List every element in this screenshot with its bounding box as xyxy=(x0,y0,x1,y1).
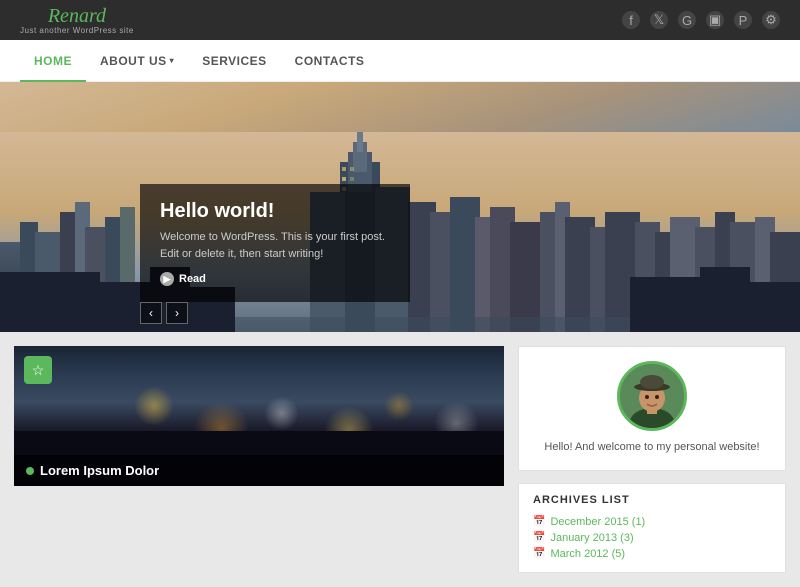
calendar-icon-3: 📅 xyxy=(533,548,545,559)
hero-description: Welcome to WordPress. This is your first… xyxy=(160,229,390,262)
top-header: Renard Just another WordPress site f 𝕏 G… xyxy=(0,0,800,40)
bokeh-light-1 xyxy=(134,386,174,426)
facebook-icon[interactable]: f xyxy=(622,11,640,29)
archive-item-1[interactable]: 📅 December 2015 (1) xyxy=(533,514,771,530)
logo-area: Renard Just another WordPress site xyxy=(20,6,134,35)
read-button[interactable]: ▶ Read xyxy=(160,272,390,286)
avatar-wrapper xyxy=(617,361,687,431)
archive-label-1: December 2015 (1) xyxy=(550,516,645,528)
avatar xyxy=(620,364,684,428)
archive-label-2: January 2013 (3) xyxy=(550,532,633,544)
slider-controls: ‹ › xyxy=(140,302,188,324)
prev-slide-button[interactable]: ‹ xyxy=(140,302,162,324)
social-icons-bar: f 𝕏 G ▣ P ⚙ xyxy=(622,11,780,29)
calendar-icon-2: 📅 xyxy=(533,532,545,543)
read-label: Read xyxy=(179,273,206,285)
hero-section: Hello world! Welcome to WordPress. This … xyxy=(0,82,800,332)
nav-menu: HOME ABOUT US ▾ SERVICES CONTACTS xyxy=(20,40,378,82)
post-dot xyxy=(26,467,34,475)
chevron-down-icon: ▾ xyxy=(170,56,175,65)
calendar-icon-1: 📅 xyxy=(533,516,545,527)
post-thumbnail: ☆ Lorem Ipsum Dolor xyxy=(14,346,504,486)
archive-item-2[interactable]: 📅 January 2013 (3) xyxy=(533,530,771,546)
archive-label-3: March 2012 (5) xyxy=(550,548,625,560)
hero-title: Hello world! xyxy=(160,200,390,223)
bokeh-light-5 xyxy=(384,391,414,421)
archives-title: ARCHIVES LIST xyxy=(533,494,771,506)
next-slide-button[interactable]: › xyxy=(166,302,188,324)
profile-widget: Hello! And welcome to my personal websit… xyxy=(518,346,786,471)
left-column: ☆ Lorem Ipsum Dolor xyxy=(14,346,504,573)
read-icon: ▶ xyxy=(160,272,174,286)
post-title: Lorem Ipsum Dolor xyxy=(40,463,159,478)
settings-icon[interactable]: ⚙ xyxy=(762,11,780,29)
right-column: Hello! And welcome to my personal websit… xyxy=(504,346,786,573)
main-content: ☆ Lorem Ipsum Dolor xyxy=(0,332,800,587)
profile-text: Hello! And welcome to my personal websit… xyxy=(544,439,759,456)
post-card: ☆ Lorem Ipsum Dolor xyxy=(14,346,504,486)
post-star-badge[interactable]: ☆ xyxy=(24,356,52,384)
nav-item-services[interactable]: SERVICES xyxy=(188,40,280,82)
logo[interactable]: Renard xyxy=(48,6,106,26)
nav-item-contacts[interactable]: CONTACTS xyxy=(281,40,379,82)
nav-item-about[interactable]: ABOUT US ▾ xyxy=(86,40,188,82)
post-caption: Lorem Ipsum Dolor xyxy=(14,455,504,486)
nav-item-home[interactable]: HOME xyxy=(20,40,86,82)
star-icon: ☆ xyxy=(32,362,45,379)
logo-subtitle: Just another WordPress site xyxy=(20,26,134,35)
pinterest-icon[interactable]: P xyxy=(734,11,752,29)
instagram-icon[interactable]: ▣ xyxy=(706,11,724,29)
hero-content-box: Hello world! Welcome to WordPress. This … xyxy=(140,184,410,302)
googleplus-icon[interactable]: G xyxy=(678,11,696,29)
bokeh-light-3 xyxy=(264,396,299,431)
nav-bar: HOME ABOUT US ▾ SERVICES CONTACTS xyxy=(0,40,800,82)
archives-widget: ARCHIVES LIST 📅 December 2015 (1) 📅 Janu… xyxy=(518,483,786,573)
archive-item-3[interactable]: 📅 March 2012 (5) xyxy=(533,546,771,562)
twitter-icon[interactable]: 𝕏 xyxy=(650,11,668,29)
